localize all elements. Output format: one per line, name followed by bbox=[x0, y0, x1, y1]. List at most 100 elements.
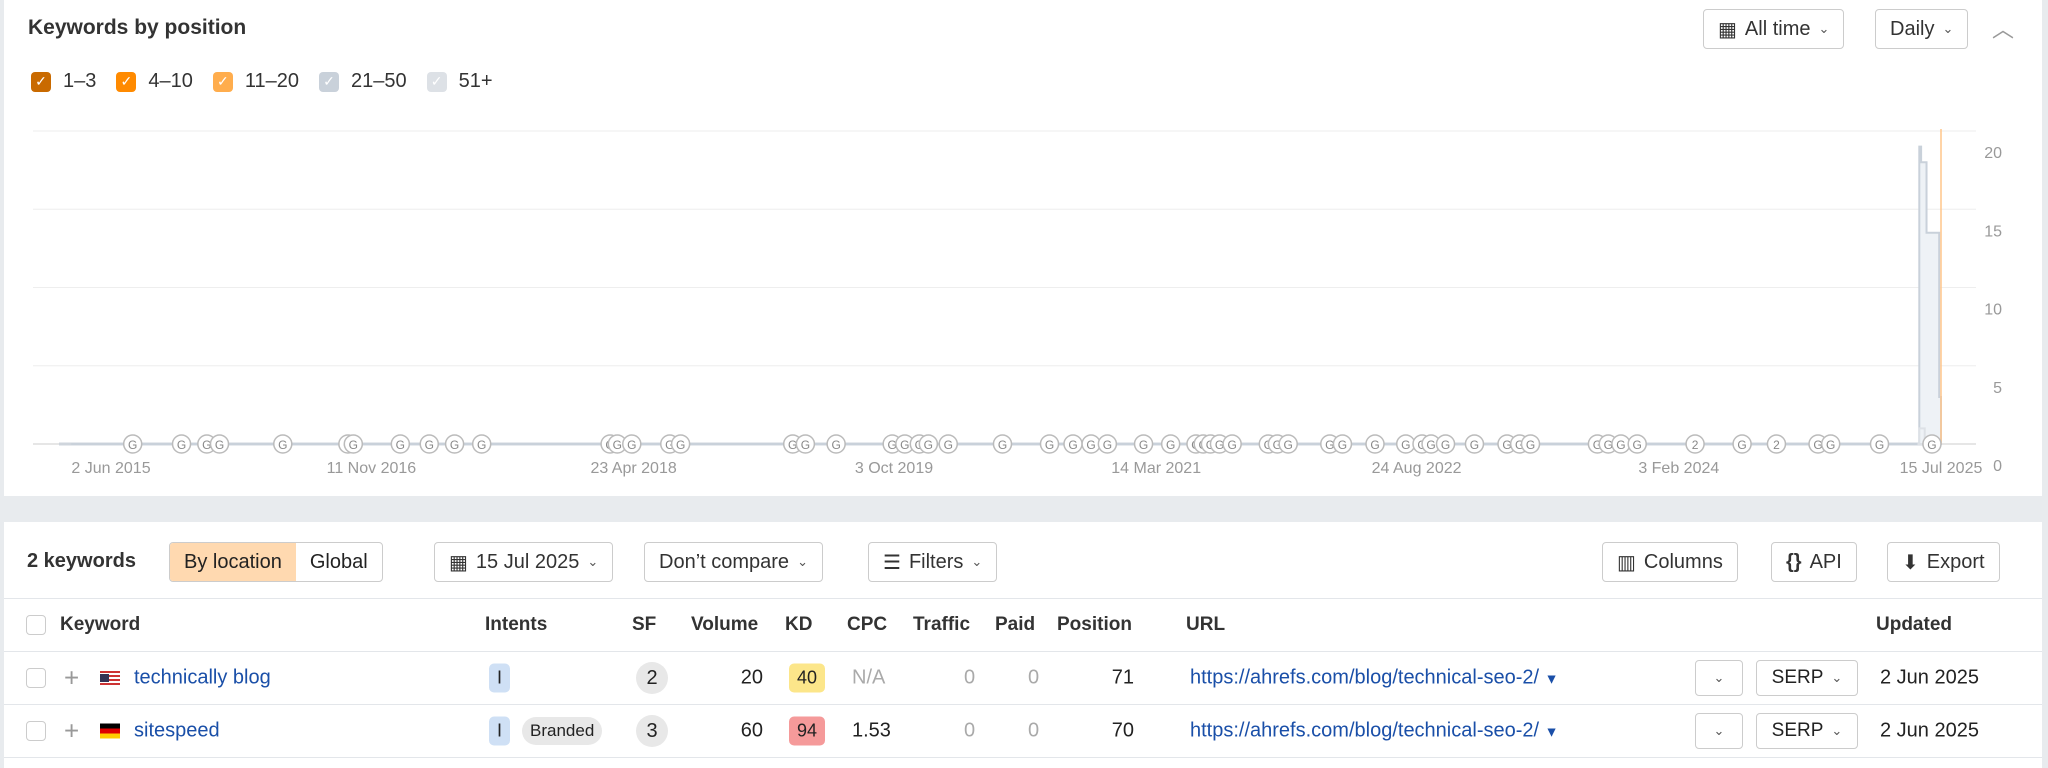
marker-label: G bbox=[1737, 438, 1746, 452]
marker-label: G bbox=[1086, 438, 1095, 452]
header-kd[interactable]: KD bbox=[785, 614, 812, 636]
google-update-marker[interactable]: G bbox=[343, 434, 364, 454]
google-update-marker[interactable]: G bbox=[1039, 434, 1060, 454]
google-update-marker[interactable]: G bbox=[1097, 434, 1118, 454]
google-update-marker[interactable]: G bbox=[1520, 434, 1541, 454]
row-checkbox[interactable] bbox=[26, 721, 46, 741]
google-update-marker[interactable]: G bbox=[1435, 434, 1456, 454]
sf-count[interactable]: 2 bbox=[636, 662, 668, 694]
serp-dropdown[interactable]: SERP ⌄ bbox=[1756, 660, 1858, 696]
google-update-marker[interactable]: G bbox=[938, 434, 958, 454]
plus-icon[interactable]: + bbox=[64, 663, 79, 694]
legend-item[interactable]: ✓ 1–3 bbox=[31, 70, 96, 93]
google-update-marker[interactable]: G bbox=[1395, 434, 1416, 454]
header-keyword[interactable]: Keyword bbox=[60, 614, 140, 636]
by-location-toggle[interactable]: By location bbox=[170, 543, 296, 581]
url-link[interactable]: https://ahrefs.com/blog/technical-seo-2/… bbox=[1190, 667, 1558, 690]
google-update-marker[interactable]: G bbox=[1611, 434, 1631, 454]
y-tick-label: 10 bbox=[1984, 302, 2002, 319]
position: 70 bbox=[1111, 719, 1134, 742]
google-update-marker[interactable]: G bbox=[1820, 434, 1841, 454]
chevron-down-icon: ⌄ bbox=[1818, 21, 1830, 36]
google-update-marker[interactable]: G bbox=[670, 434, 691, 454]
marker-label: G bbox=[627, 438, 636, 452]
marker-label: G bbox=[1166, 438, 1175, 452]
google-update-marker[interactable]: 2 bbox=[1685, 434, 1705, 454]
chevron-up-icon[interactable]: ︿ bbox=[1992, 12, 2014, 44]
checkbox-checked-icon: ✓ bbox=[212, 71, 233, 92]
marker-label: G bbox=[1441, 438, 1450, 452]
marker-label: G bbox=[1370, 438, 1379, 452]
google-update-marker[interactable]: G bbox=[1278, 434, 1298, 454]
intent-badge: I bbox=[489, 716, 511, 746]
google-update-marker[interactable]: G bbox=[1869, 434, 1890, 454]
legend-item[interactable]: ✓ 11–20 bbox=[212, 70, 299, 93]
google-update-marker[interactable]: G bbox=[1222, 434, 1242, 454]
chevron-down-icon: ⌄ bbox=[797, 554, 808, 569]
google-update-marker[interactable]: G bbox=[1732, 434, 1752, 454]
legend-label: 4–10 bbox=[148, 70, 193, 92]
header-paid[interactable]: Paid bbox=[995, 614, 1035, 636]
google-update-marker[interactable]: G bbox=[209, 434, 230, 454]
google-update-marker[interactable]: G bbox=[444, 434, 465, 454]
keyword-link[interactable]: technically blog bbox=[134, 667, 271, 690]
google-update-marker[interactable]: G bbox=[122, 434, 143, 454]
legend-item[interactable]: ✓ 51+ bbox=[426, 70, 493, 93]
columns-label: Columns bbox=[1643, 550, 1723, 573]
google-update-marker[interactable]: G bbox=[171, 434, 192, 454]
marker-label: G bbox=[1616, 438, 1625, 452]
header-position[interactable]: Position bbox=[1057, 614, 1132, 636]
google-update-marker[interactable]: G bbox=[1365, 434, 1385, 454]
export-button[interactable]: ⬇ Export bbox=[1887, 542, 2000, 582]
google-update-marker[interactable]: G bbox=[795, 434, 816, 454]
google-update-marker[interactable]: G bbox=[471, 434, 492, 454]
google-update-marker[interactable]: G bbox=[1063, 434, 1083, 454]
filters-button[interactable]: ☰ Filters ⌄ bbox=[868, 542, 998, 582]
header-sf[interactable]: SF bbox=[632, 614, 656, 636]
scope-toggle: By location Global bbox=[169, 542, 383, 582]
sf-count[interactable]: 3 bbox=[636, 715, 668, 747]
time-range-dropdown[interactable]: ▦ All time ⌄ bbox=[1703, 9, 1845, 49]
google-update-marker[interactable]: G bbox=[1133, 434, 1154, 454]
google-update-marker[interactable]: G bbox=[992, 434, 1013, 454]
header-intents[interactable]: Intents bbox=[485, 614, 547, 636]
columns-button[interactable]: ▥ Columns bbox=[1602, 542, 1738, 582]
google-update-marker[interactable]: G bbox=[826, 434, 846, 454]
google-update-marker[interactable]: G bbox=[1627, 434, 1647, 454]
date-dropdown[interactable]: ▦ 15 Jul 2025 ⌄ bbox=[434, 542, 614, 582]
serp-dropdown[interactable]: SERP ⌄ bbox=[1756, 713, 1858, 749]
row-actions-dropdown[interactable]: ⌄ bbox=[1695, 660, 1743, 696]
google-update-marker[interactable]: G bbox=[1332, 434, 1353, 454]
keyword-link[interactable]: sitespeed bbox=[134, 720, 220, 743]
api-button[interactable]: {} API bbox=[1771, 542, 1857, 582]
global-toggle[interactable]: Global bbox=[296, 543, 382, 581]
google-update-marker[interactable]: G bbox=[918, 434, 939, 454]
compare-label: Don’t compare bbox=[659, 550, 790, 573]
header-url[interactable]: URL bbox=[1186, 614, 1225, 636]
legend-item[interactable]: ✓ 4–10 bbox=[116, 70, 193, 93]
interval-dropdown[interactable]: Daily ⌄ bbox=[1875, 9, 1969, 49]
x-tick-label: 3 Oct 2019 bbox=[855, 460, 933, 477]
google-update-marker[interactable]: G bbox=[622, 434, 642, 454]
header-volume[interactable]: Volume bbox=[691, 614, 758, 636]
google-update-marker[interactable]: G bbox=[1464, 434, 1485, 454]
select-all-checkbox[interactable] bbox=[26, 615, 46, 635]
google-update-marker[interactable]: G bbox=[1922, 434, 1942, 454]
series-21–50 bbox=[71, 145, 1942, 445]
google-update-marker[interactable]: G bbox=[1160, 434, 1181, 454]
legend-item[interactable]: ✓ 21–50 bbox=[319, 70, 407, 93]
header-updated[interactable]: Updated bbox=[1876, 614, 1952, 636]
google-update-marker[interactable]: G bbox=[390, 434, 411, 454]
google-update-marker[interactable]: G bbox=[1081, 434, 1101, 454]
x-tick-label: 15 Jul 2025 bbox=[1900, 460, 1983, 477]
header-cpc[interactable]: CPC bbox=[847, 614, 887, 636]
header-traffic[interactable]: Traffic bbox=[913, 614, 970, 636]
google-update-marker[interactable]: G bbox=[419, 434, 440, 454]
url-link[interactable]: https://ahrefs.com/blog/technical-seo-2/… bbox=[1190, 720, 1558, 743]
compare-dropdown[interactable]: Don’t compare ⌄ bbox=[644, 542, 823, 582]
row-actions-dropdown[interactable]: ⌄ bbox=[1695, 713, 1743, 749]
plus-icon[interactable]: + bbox=[64, 716, 79, 747]
google-update-marker[interactable]: G bbox=[273, 434, 293, 454]
row-checkbox[interactable] bbox=[26, 668, 46, 688]
google-update-marker[interactable]: 2 bbox=[1766, 434, 1787, 454]
